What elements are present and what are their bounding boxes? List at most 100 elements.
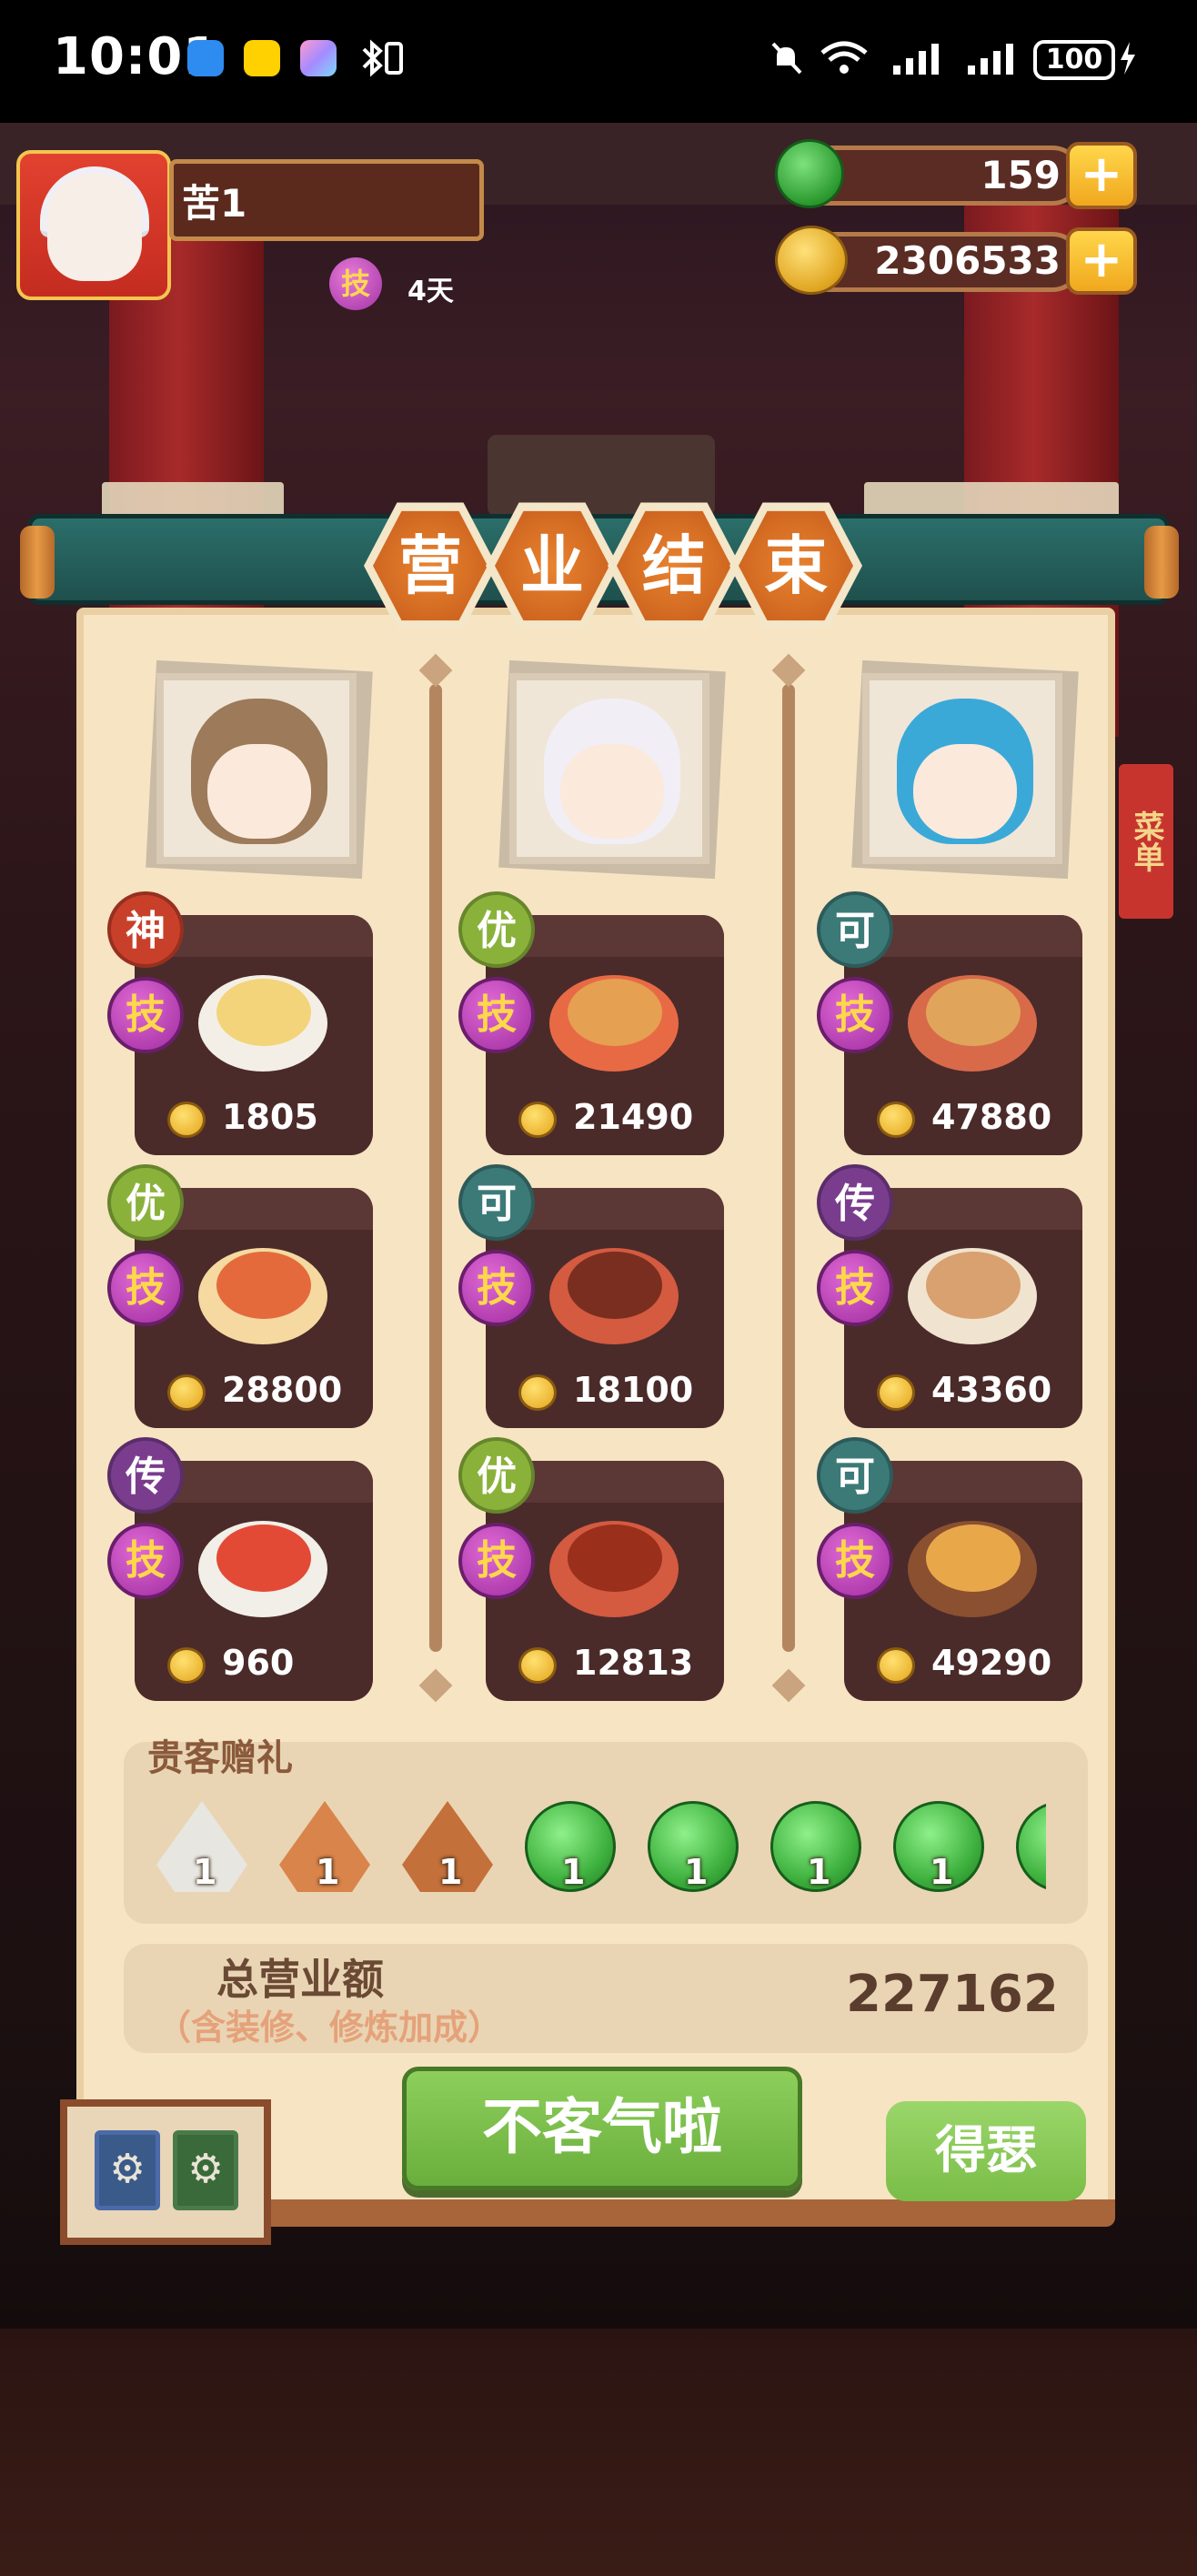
jade-value: 159	[981, 153, 1061, 197]
add-jade-button[interactable]: +	[1066, 142, 1137, 209]
skill-badge[interactable]: 技	[329, 257, 382, 310]
dish-rank-badge: 优	[107, 1164, 184, 1241]
chef-face	[913, 744, 1017, 839]
dish-price: 21490	[573, 1097, 694, 1137]
banner-char: 结	[617, 510, 731, 621]
dish-skill-badge[interactable]: 技	[458, 977, 535, 1053]
dish-food-icon	[568, 1252, 662, 1319]
dish-rank-badge: 神	[107, 891, 184, 968]
vibrate-icon	[382, 38, 406, 78]
coin-icon	[167, 1102, 206, 1138]
wifi-icon	[819, 38, 870, 78]
dish-food-icon	[568, 979, 662, 1046]
jade-gift-icon[interactable]	[1016, 1801, 1046, 1896]
charging-icon	[1119, 38, 1137, 78]
dish-price: 18100	[573, 1370, 694, 1410]
coin-icon	[877, 1102, 915, 1138]
coin-icon	[167, 1647, 206, 1684]
jade-gift-icon[interactable]: 1	[648, 1801, 742, 1896]
dish-food-icon	[568, 1524, 662, 1592]
rod-end-left	[20, 526, 55, 599]
dish-rank-badge: 优	[458, 891, 535, 968]
show-off-button[interactable]: 得瑟	[886, 2101, 1086, 2201]
banner-char: 业	[495, 510, 609, 621]
chef-glasses-portrait	[156, 673, 357, 864]
close-button[interactable]: 不客气啦	[402, 2067, 802, 2190]
dish-rank-badge: 可	[817, 891, 893, 968]
skill-days: 4天	[407, 276, 454, 307]
dish-price: 43360	[931, 1370, 1052, 1410]
share-icon-blue[interactable]: ⚙	[95, 2130, 160, 2210]
total-label: 总营业额	[216, 1955, 384, 2004]
message-app-icon	[187, 40, 224, 76]
total-sublabel: （含装修、修炼加成）	[156, 2007, 503, 2048]
gallery-app-icon	[300, 40, 337, 76]
dish-rank-badge: 优	[458, 1437, 535, 1514]
avatar-face	[47, 174, 142, 281]
rod-end-right	[1144, 526, 1179, 599]
sun-seed-gift-icon[interactable]: 1	[279, 1801, 374, 1896]
jade-gift-icon[interactable]: 1	[525, 1801, 619, 1896]
dish-skill-badge[interactable]: 技	[107, 1250, 184, 1326]
dish-skill-badge[interactable]: 技	[107, 1523, 184, 1599]
coin-icon	[518, 1102, 557, 1138]
share-board	[60, 2099, 271, 2245]
battery-level: 100	[1045, 44, 1103, 75]
coin-icon	[877, 1647, 915, 1684]
dish-skill-badge[interactable]: 技	[817, 1250, 893, 1326]
dish-food-icon	[926, 1524, 1021, 1592]
dish-price: 28800	[222, 1370, 343, 1410]
dish-price: 1805	[222, 1097, 318, 1137]
coin-icon	[167, 1374, 206, 1411]
gift-count: 1	[561, 1852, 586, 1892]
floor	[0, 2329, 1197, 2576]
jade-gift-icon[interactable]: 1	[770, 1801, 865, 1896]
dish-skill-badge[interactable]: 技	[817, 1523, 893, 1599]
banner-char: 束	[739, 510, 853, 621]
gift-shape	[1016, 1801, 1046, 1892]
rune-seed-gift-icon[interactable]: 1	[402, 1801, 497, 1896]
gift-count: 1	[684, 1852, 709, 1892]
coin-icon	[775, 226, 848, 295]
chef-blue-hair-portrait	[862, 673, 1062, 864]
dish-food-icon	[926, 979, 1021, 1046]
chef-face	[560, 744, 664, 839]
add-coin-button[interactable]: +	[1066, 227, 1137, 295]
coin-value: 2306533	[874, 238, 1061, 283]
dish-food-icon	[926, 1252, 1021, 1319]
meituan-app-icon	[244, 40, 280, 76]
share-icon-green[interactable]: ⚙	[173, 2130, 238, 2210]
dish-price: 960	[222, 1643, 295, 1683]
dish-skill-badge[interactable]: 技	[458, 1523, 535, 1599]
dish-food-icon	[216, 979, 311, 1046]
dish-rank-badge: 传	[817, 1164, 893, 1241]
mute-icon	[766, 38, 806, 78]
jade-gift-icon[interactable]: 1	[893, 1801, 988, 1896]
jade-icon	[775, 139, 844, 208]
total-value: 227162	[846, 1965, 1059, 2024]
menu-sign: 菜单	[1119, 764, 1173, 919]
banner-char: 营	[373, 510, 488, 621]
chef-face	[207, 744, 311, 839]
chef-white-hair-portrait	[509, 673, 709, 864]
dish-skill-badge[interactable]: 技	[817, 977, 893, 1053]
battery-icon: 100	[1033, 40, 1115, 80]
dish-skill-badge[interactable]: 技	[107, 977, 184, 1053]
dish-rank-badge: 可	[458, 1164, 535, 1241]
gift-count: 1	[807, 1852, 831, 1892]
dish-price: 49290	[931, 1643, 1052, 1683]
dish-rank-badge: 可	[817, 1437, 893, 1514]
coin-icon	[877, 1374, 915, 1411]
silver-seed-gift-icon[interactable]: 1	[156, 1801, 251, 1896]
dish-skill-badge[interactable]: 技	[458, 1250, 535, 1326]
gift-title: 贵客赠礼	[147, 1737, 293, 1779]
dish-rank-badge: 传	[107, 1437, 184, 1514]
dish-food-icon	[216, 1524, 311, 1592]
coin-icon	[518, 1647, 557, 1684]
gift-count: 1	[930, 1852, 954, 1892]
dish-price: 47880	[931, 1097, 1052, 1137]
column-divider-2	[782, 684, 795, 1652]
gift-count: 1	[316, 1852, 340, 1892]
dish-price: 12813	[573, 1643, 694, 1683]
player-avatar[interactable]	[16, 150, 171, 300]
